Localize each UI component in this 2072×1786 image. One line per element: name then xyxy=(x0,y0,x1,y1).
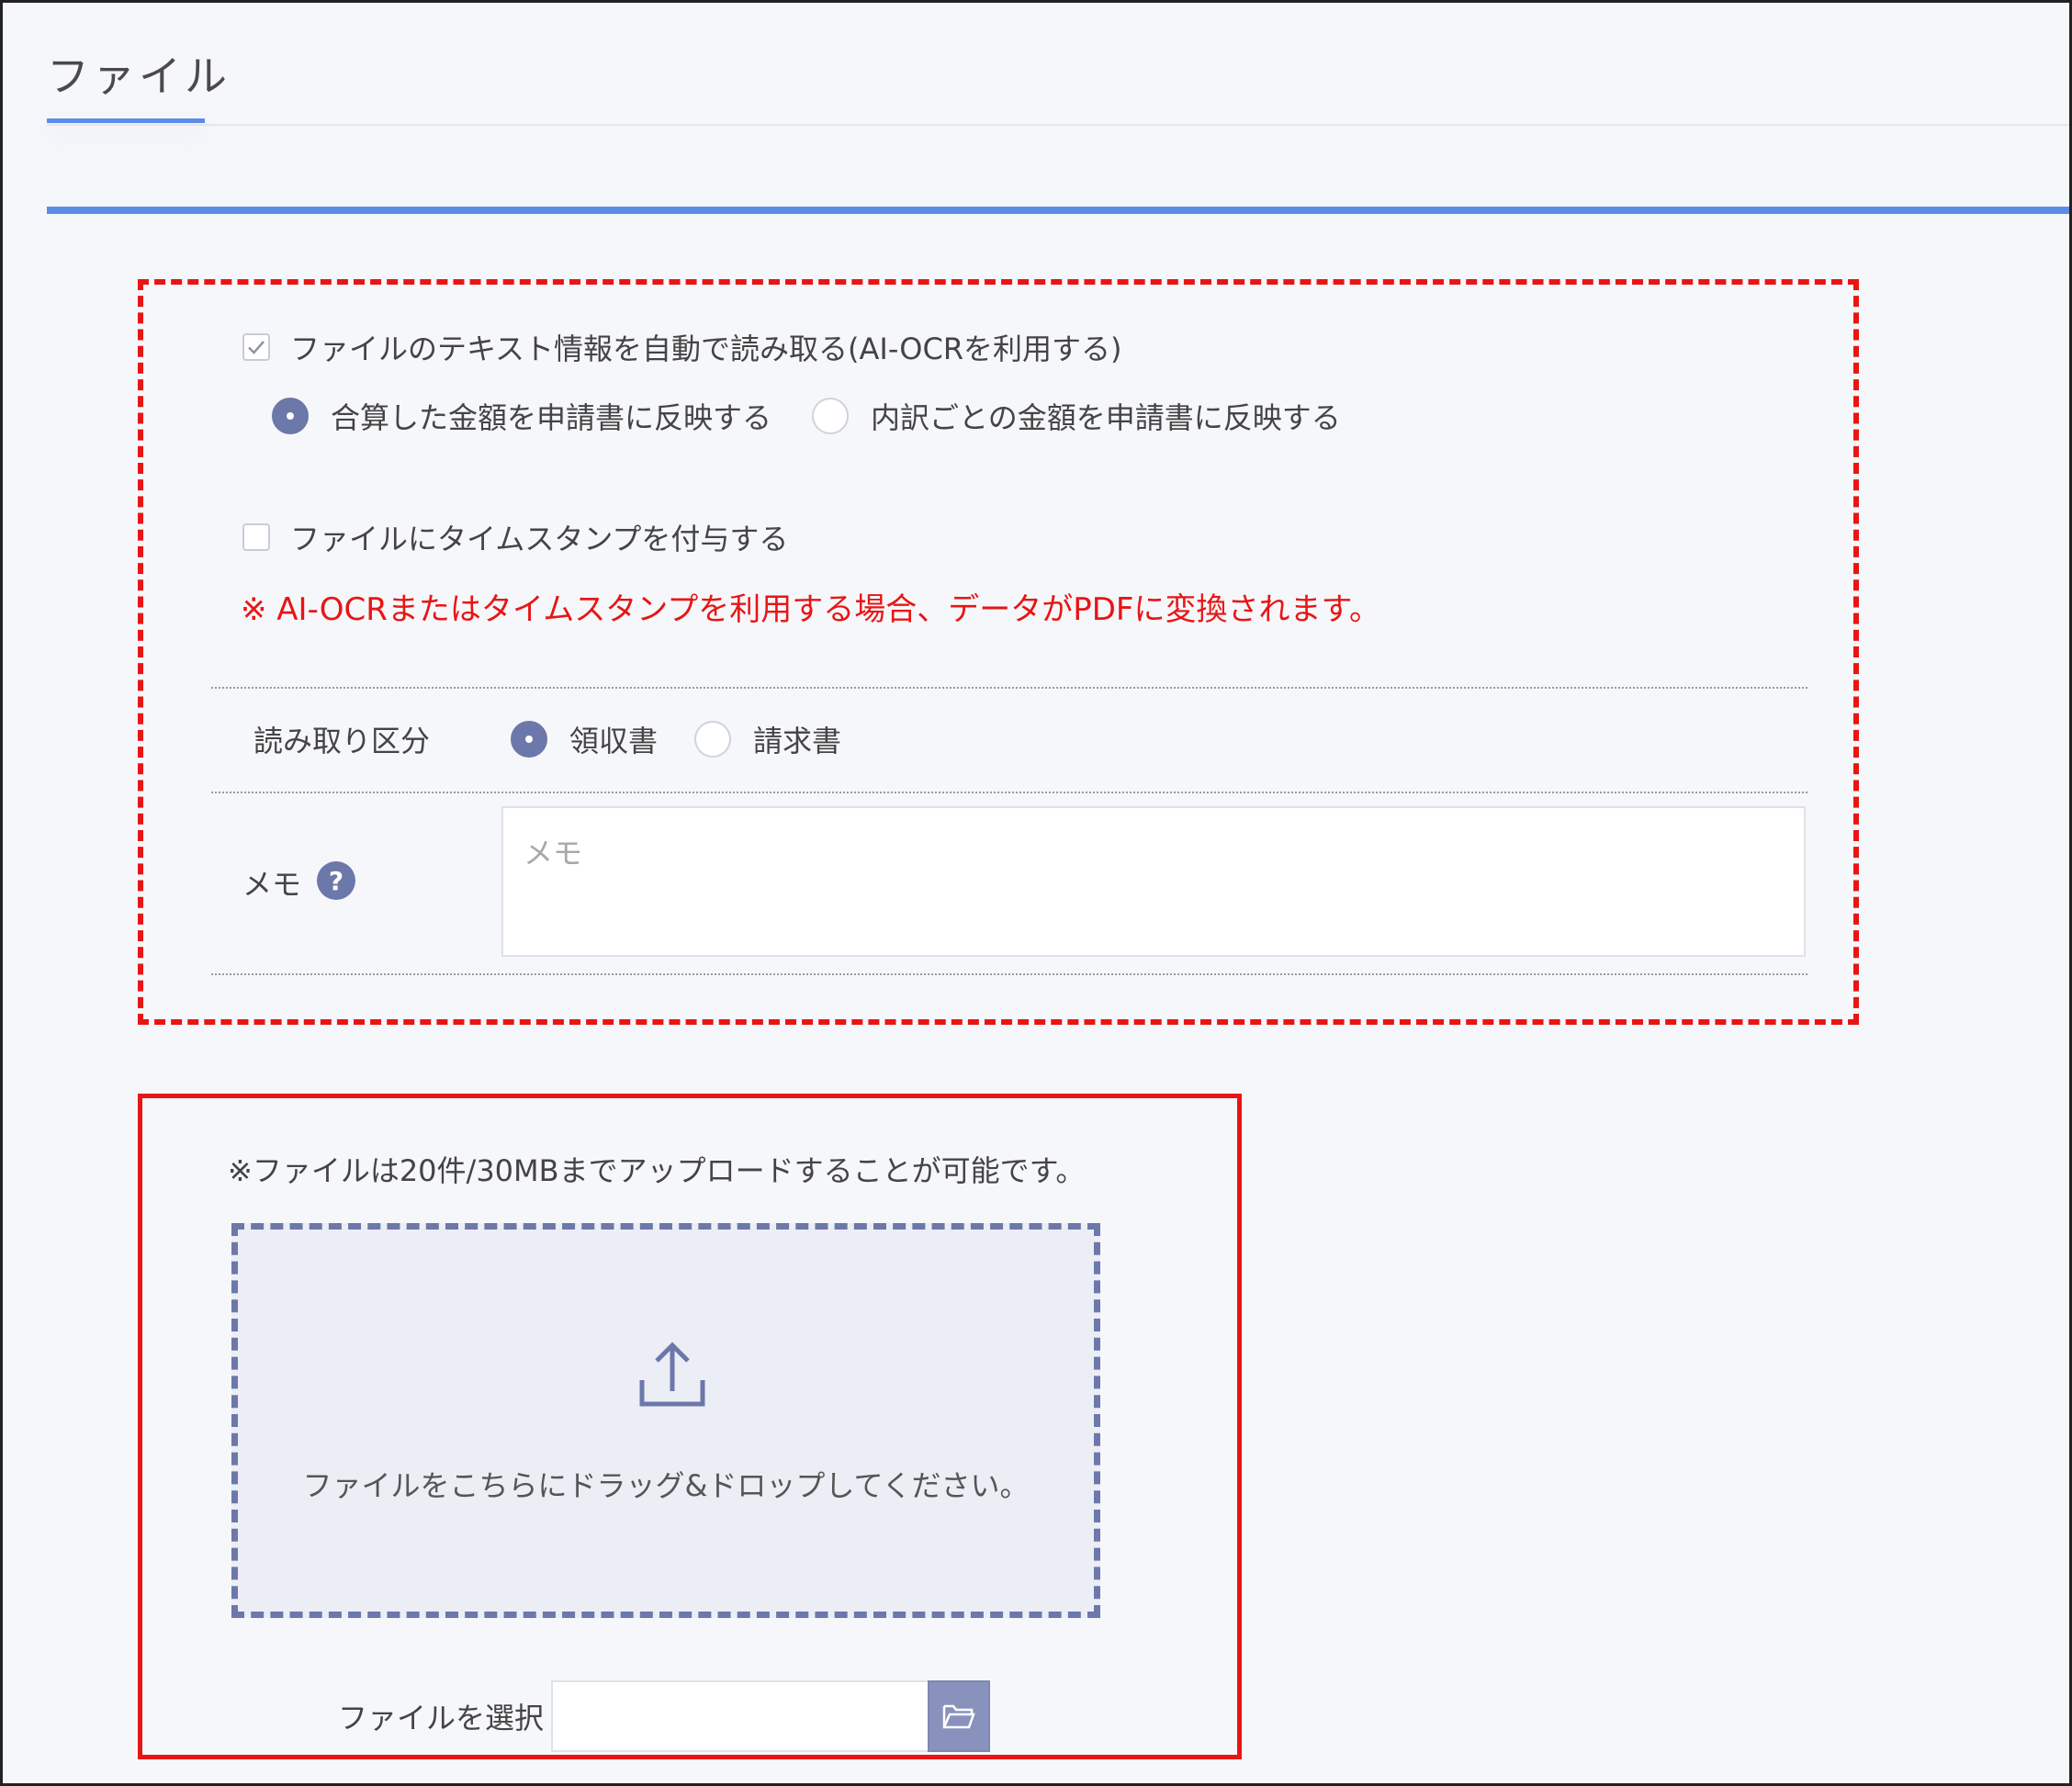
radio-invoice-label: 請求書 xyxy=(753,724,842,758)
radio-invoice[interactable] xyxy=(694,721,732,758)
browse-button[interactable] xyxy=(928,1680,990,1752)
radio-breakdown-label: 内訳ごとの金額を申請書に反映する xyxy=(871,400,1341,435)
dropzone-text: ファイルをこちらにドラッグ&ドロップしてください。 xyxy=(302,1468,1030,1503)
memo-label: メモ xyxy=(242,867,302,902)
checkmark-icon xyxy=(248,341,265,354)
timestamp-checkbox[interactable] xyxy=(242,523,270,551)
tab-file[interactable]: ファイル xyxy=(47,43,231,104)
upload-icon xyxy=(639,1342,705,1407)
radio-receipt-label: 領収書 xyxy=(569,724,659,758)
help-icon[interactable]: ? xyxy=(317,861,355,900)
folder-icon xyxy=(942,1704,975,1729)
read-type-radio-group: 領収書 請求書 xyxy=(511,718,841,760)
ocr-checkbox[interactable] xyxy=(242,333,270,361)
divider xyxy=(211,792,1807,793)
radio-sum[interactable] xyxy=(272,398,309,434)
timestamp-checkbox-label: ファイルにタイムスタンプを付与する xyxy=(290,522,789,556)
file-select-label: ファイルを選択 xyxy=(338,1701,545,1735)
read-type-label: 読み取り区分 xyxy=(253,724,431,758)
file-dropzone[interactable]: ファイルをこちらにドラッグ&ドロップしてください。 xyxy=(231,1223,1100,1618)
timestamp-option-row: ファイルにタイムスタンプを付与する xyxy=(242,516,788,558)
ocr-checkbox-label: ファイルのテキスト情報を自動で読み取る(AI-OCRを利用する) xyxy=(290,331,1122,366)
radio-sum-label: 合算した金額を申請書に反映する xyxy=(331,400,772,435)
divider xyxy=(211,687,1807,689)
radio-breakdown[interactable] xyxy=(812,398,850,434)
tab-divider xyxy=(47,124,2069,126)
upload-limit-text: ※ファイルは20件/30MBまでアップロードすることが可能です。 xyxy=(228,1153,1086,1188)
pdf-conversion-notice: ※ AI-OCRまたはタイムスタンプを利用する場合、データがPDFに変換されます… xyxy=(241,591,1381,628)
ocr-option-row: ファイルのテキスト情報を自動で読み取る(AI-OCRを利用する) xyxy=(242,326,1122,368)
radio-receipt[interactable] xyxy=(511,721,547,758)
divider xyxy=(211,973,1807,975)
memo-field[interactable] xyxy=(501,806,1806,957)
active-tab-indicator xyxy=(47,118,205,123)
ocr-reflect-radio-group: 合算した金額を申請書に反映する 内訳ごとの金額を申請書に反映する xyxy=(272,395,1341,437)
file-path-field[interactable] xyxy=(551,1680,928,1752)
